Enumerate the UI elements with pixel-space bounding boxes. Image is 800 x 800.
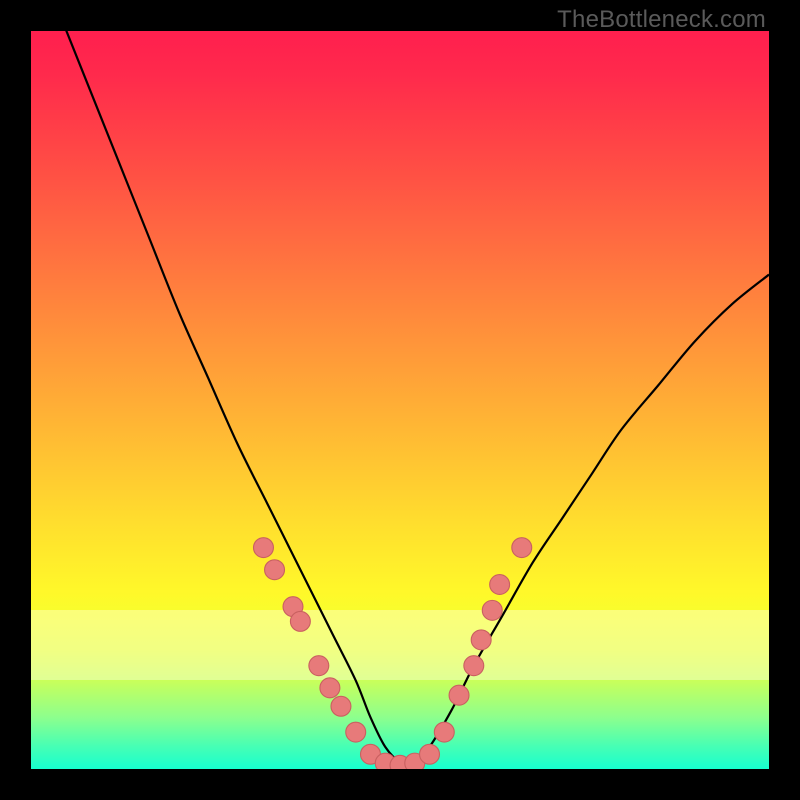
- data-dot: [449, 685, 469, 705]
- data-dot: [290, 611, 310, 631]
- dots-layer: [31, 31, 769, 769]
- data-dot: [254, 538, 274, 558]
- data-dot: [490, 575, 510, 595]
- data-dot: [420, 744, 440, 764]
- data-dot: [309, 656, 329, 676]
- data-dot: [265, 560, 285, 580]
- chart-frame: TheBottleneck.com: [0, 0, 800, 800]
- data-dot: [512, 538, 532, 558]
- data-dot: [482, 600, 502, 620]
- data-dot: [434, 722, 454, 742]
- data-dot: [331, 696, 351, 716]
- data-dot: [320, 678, 340, 698]
- attribution-text: TheBottleneck.com: [557, 6, 766, 34]
- data-dot: [346, 722, 366, 742]
- plot-area: [31, 31, 769, 769]
- data-dots: [254, 538, 532, 769]
- data-dot: [471, 630, 491, 650]
- data-dot: [464, 656, 484, 676]
